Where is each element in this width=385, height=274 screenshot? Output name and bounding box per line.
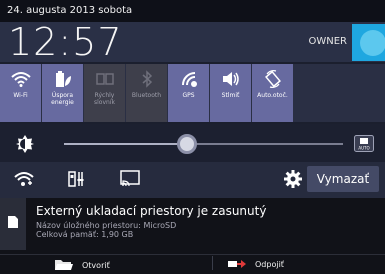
folder-icon (55, 260, 73, 270)
tile-auto-rotate-label: Auto.otoč. (257, 92, 288, 99)
tile-quick-dictionary[interactable]: Rýchly slovník (84, 64, 125, 122)
tile-gps[interactable]: GPS (168, 64, 209, 122)
tile-bluetooth[interactable]: Bluetooth (126, 64, 167, 122)
notification-line-1: Názov úložného priestoru: MicroSD (36, 221, 177, 230)
wifi-icon (0, 70, 41, 88)
open-action-button[interactable]: Otvoriť (54, 259, 110, 271)
notification-title: Externý ukladací priestory je zasunutý (36, 204, 267, 218)
brightness-icon (16, 135, 34, 157)
brightness-slider-fill (64, 143, 187, 145)
eject-action-button[interactable]: Odpojiť (227, 259, 284, 269)
clear-notifications-button[interactable]: Vymazať (307, 166, 379, 192)
eject-action-label: Odpojiť (255, 259, 284, 269)
screen-mirror-icon[interactable] (120, 170, 140, 192)
tile-quick-dictionary-label: Rýchly slovník (94, 92, 115, 106)
gps-icon (168, 70, 209, 88)
brightness-slider-thumb[interactable] (176, 134, 197, 154)
settings-sliders-icon[interactable] (67, 170, 85, 192)
tile-auto-rotate[interactable]: Auto.otoč. (252, 64, 293, 122)
tile-bluetooth-label: Bluetooth (131, 92, 162, 99)
bluetooth-icon (126, 70, 167, 88)
secondary-controls-row: Vymazať (0, 162, 385, 198)
open-action-label: Otvoriť (82, 260, 110, 270)
status-bar: 24. augusta 2013 sobota (0, 0, 385, 22)
auto-brightness-label: AUTO (358, 146, 369, 151)
clock-header: 12:57 OWNER (0, 20, 385, 64)
tile-power-saving-label: Úspora energie (51, 92, 74, 106)
tile-mute-label: Stlmiť (221, 92, 240, 99)
tile-gps-label: GPS (182, 92, 195, 99)
actions-divider (212, 256, 213, 270)
owner-label: OWNER (308, 36, 347, 47)
auto-brightness-button[interactable]: AUTO (354, 135, 374, 152)
brightness-row: AUTO (0, 124, 385, 162)
brightness-slider-track[interactable] (64, 143, 343, 145)
tile-wifi[interactable]: Wi-Fi (0, 64, 41, 122)
wifi-settings-icon[interactable] (14, 170, 34, 192)
tile-mute[interactable]: Stlmiť (210, 64, 251, 122)
battery-leaf-icon (42, 70, 83, 88)
date-text: 24. augusta 2013 sobota (7, 5, 133, 16)
sd-card-icon (0, 198, 26, 250)
quick-settings-tiles: Wi-Fi Úspora energie Rýchly slovník Blue… (0, 64, 385, 122)
vibrate-icon (210, 70, 251, 88)
auto-rotate-icon (252, 70, 293, 88)
clock-time: 12:57 (8, 20, 123, 64)
eject-icon (228, 260, 246, 268)
notification-line-2: Celková pamäť: 1,90 GB (36, 230, 134, 239)
owner-avatar[interactable] (352, 24, 385, 61)
dictionary-icon (84, 70, 125, 88)
tile-wifi-label: Wi-Fi (13, 92, 28, 99)
notification-actions: Otvoriť Odpojiť (0, 254, 385, 274)
notification-card[interactable]: Externý ukladací priestory je zasunutý N… (0, 198, 385, 274)
tile-power-saving[interactable]: Úspora energie (42, 64, 83, 122)
gear-icon[interactable] (284, 170, 302, 192)
